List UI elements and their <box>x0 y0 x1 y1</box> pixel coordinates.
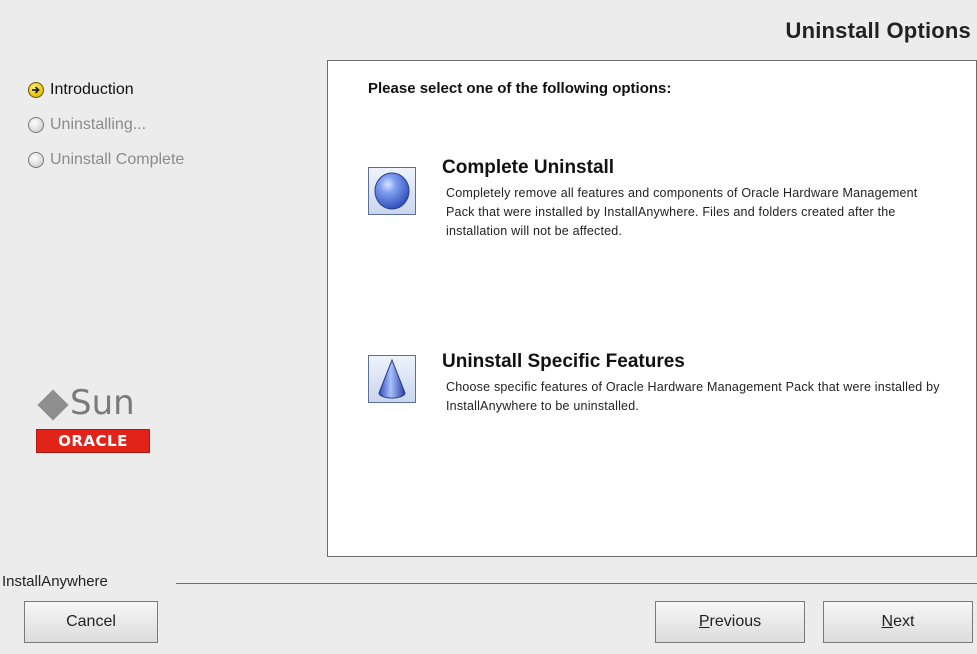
empty-bullet-icon <box>28 117 44 133</box>
option-description: Completely remove all features and compo… <box>446 186 918 238</box>
next-button[interactable]: Next <box>823 601 973 643</box>
step-introduction: Introduction <box>28 78 184 102</box>
step-uninstalling: Uninstalling... <box>28 113 184 137</box>
option-title: Uninstall Specific Features <box>442 351 685 372</box>
installer-brand: InstallAnywhere <box>2 573 116 590</box>
previous-button[interactable]: Previous <box>655 601 805 643</box>
step-label: Introduction <box>50 81 134 98</box>
options-prompt: Please select one of the following optio… <box>368 80 672 97</box>
step-list: Introduction Uninstalling... Uninstall C… <box>28 78 184 183</box>
option-description: Choose specific features of Oracle Hardw… <box>446 380 940 413</box>
step-uninstall-complete: Uninstall Complete <box>28 148 184 172</box>
cone-icon[interactable] <box>368 355 416 403</box>
page-title: Uninstall Options <box>785 18 971 43</box>
options-panel: Please select one of the following optio… <box>327 60 977 557</box>
next-mnemonic: N <box>881 613 894 630</box>
next-label: ext <box>893 613 915 630</box>
sun-wordmark: Sun <box>70 383 135 423</box>
step-label: Uninstalling... <box>50 116 147 133</box>
empty-bullet-icon <box>28 152 44 168</box>
previous-label: revious <box>709 613 762 630</box>
option-title: Complete Uninstall <box>442 157 615 178</box>
option-complete-uninstall[interactable]: Complete Uninstall Completely remove all… <box>368 157 942 241</box>
sun-oracle-logo: Sun ORACLE <box>36 383 150 453</box>
cancel-button[interactable]: Cancel <box>24 601 158 643</box>
arrow-bullet-icon <box>28 82 44 98</box>
previous-mnemonic: P <box>698 613 710 630</box>
option-uninstall-specific-features[interactable]: Uninstall Specific Features Choose speci… <box>368 351 942 416</box>
footer-divider <box>176 583 977 584</box>
oracle-wordmark: ORACLE <box>36 429 150 453</box>
sun-diamond-icon <box>37 389 69 421</box>
sphere-icon[interactable] <box>368 167 416 215</box>
step-label: Uninstall Complete <box>50 151 185 168</box>
